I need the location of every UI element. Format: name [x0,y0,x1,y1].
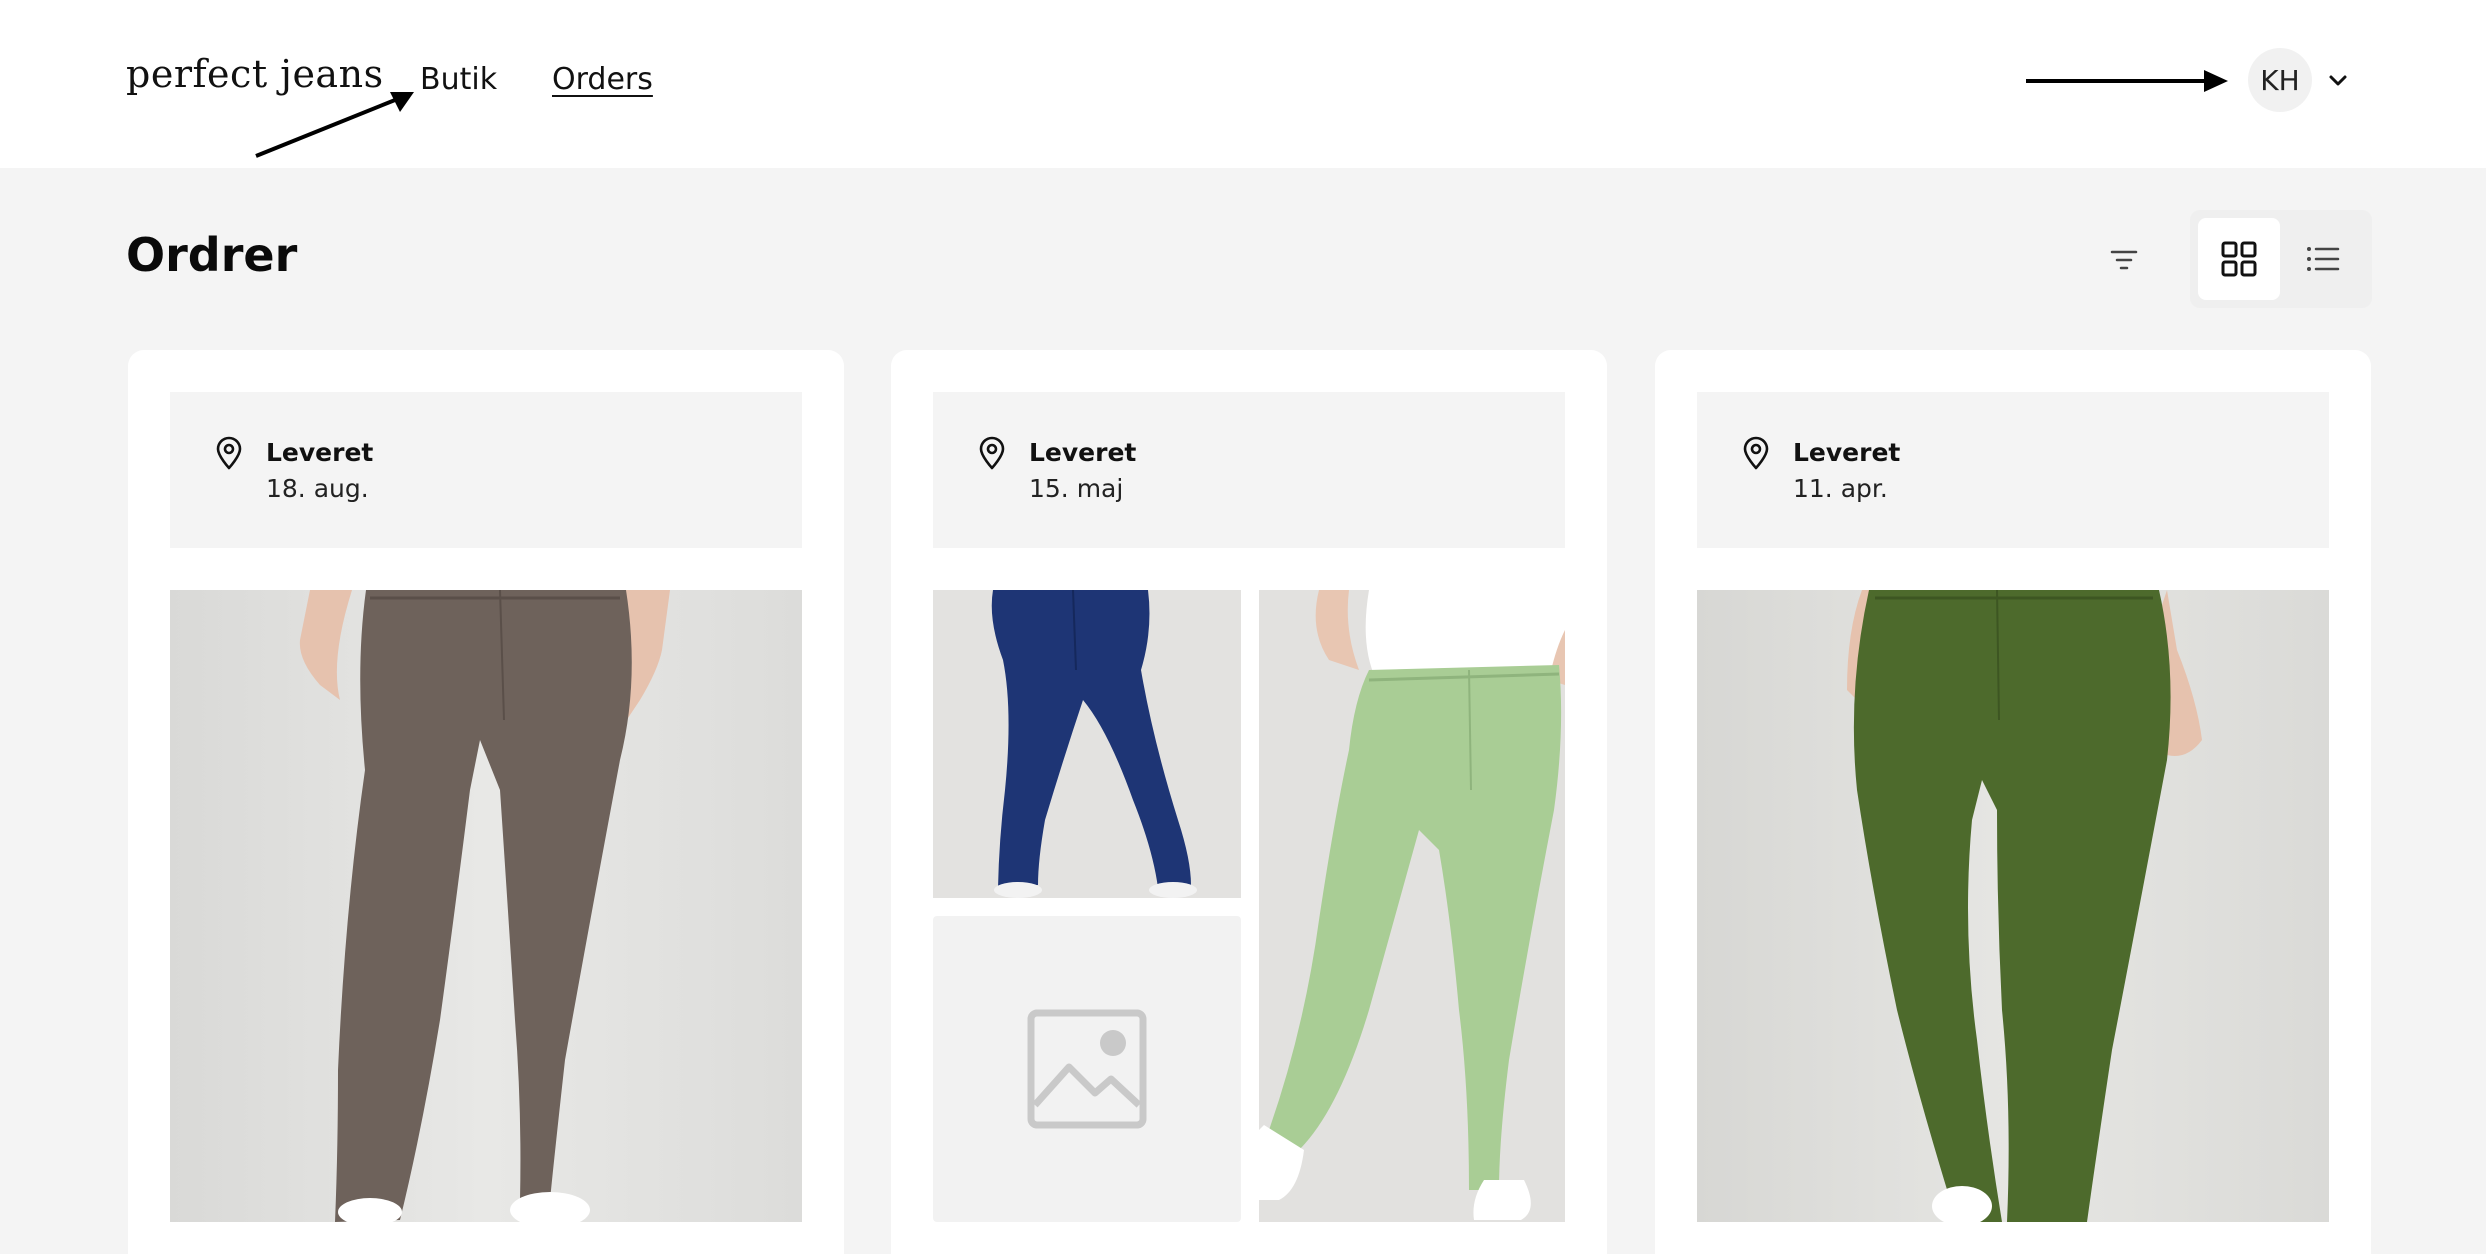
mint-green-jeans-image [1259,590,1565,1222]
list-view-button[interactable] [2282,218,2364,300]
brown-jeans-image [170,590,802,1222]
nav-link-orders[interactable]: Orders [552,62,653,97]
list-view-icon [2307,247,2340,271]
filter-icon [2110,250,2138,270]
product-image[interactable] [1697,590,2329,1222]
order-date: 15. maj [1029,474,1124,503]
order-card[interactable]: Leveret 18. aug. [128,350,844,1254]
grid-view-button[interactable] [2198,218,2280,300]
order-status-box: Leveret 18. aug. [170,392,802,548]
image-placeholder-icon [1027,1009,1147,1129]
grid-view-icon [2221,241,2257,277]
order-date: 18. aug. [266,474,369,503]
location-pin-icon [216,436,242,470]
order-date: 11. apr. [1793,474,1888,503]
product-image[interactable] [1259,590,1565,1222]
annotation-arrow-icon [255,92,414,158]
order-status: Leveret [266,438,374,467]
chevron-down-icon[interactable] [2324,66,2352,94]
order-card[interactable]: Leveret 15. maj [891,350,1607,1254]
top-header: perfect jeans Butik Orders KH [0,0,2486,168]
page-title: Ordrer [126,228,298,282]
image-placeholder[interactable] [933,916,1241,1222]
location-pin-icon [1743,436,1769,470]
navy-jeans-image [933,590,1241,898]
nav-link-butik[interactable]: Butik [420,62,497,97]
product-image[interactable] [933,590,1241,898]
order-card[interactable]: Leveret 11. apr. [1655,350,2371,1254]
filter-button[interactable] [2098,234,2150,286]
location-pin-icon [979,436,1005,470]
brand-logo[interactable]: perfect jeans [126,52,384,96]
user-avatar[interactable]: KH [2248,48,2312,112]
order-status: Leveret [1793,438,1901,467]
annotation-arrow-icon [2026,70,2228,92]
product-image[interactable] [170,590,802,1222]
view-toggle [2190,210,2372,308]
order-status: Leveret [1029,438,1137,467]
order-status-box: Leveret 15. maj [933,392,1565,548]
olive-green-jeans-image [1697,590,2329,1222]
order-status-box: Leveret 11. apr. [1697,392,2329,548]
